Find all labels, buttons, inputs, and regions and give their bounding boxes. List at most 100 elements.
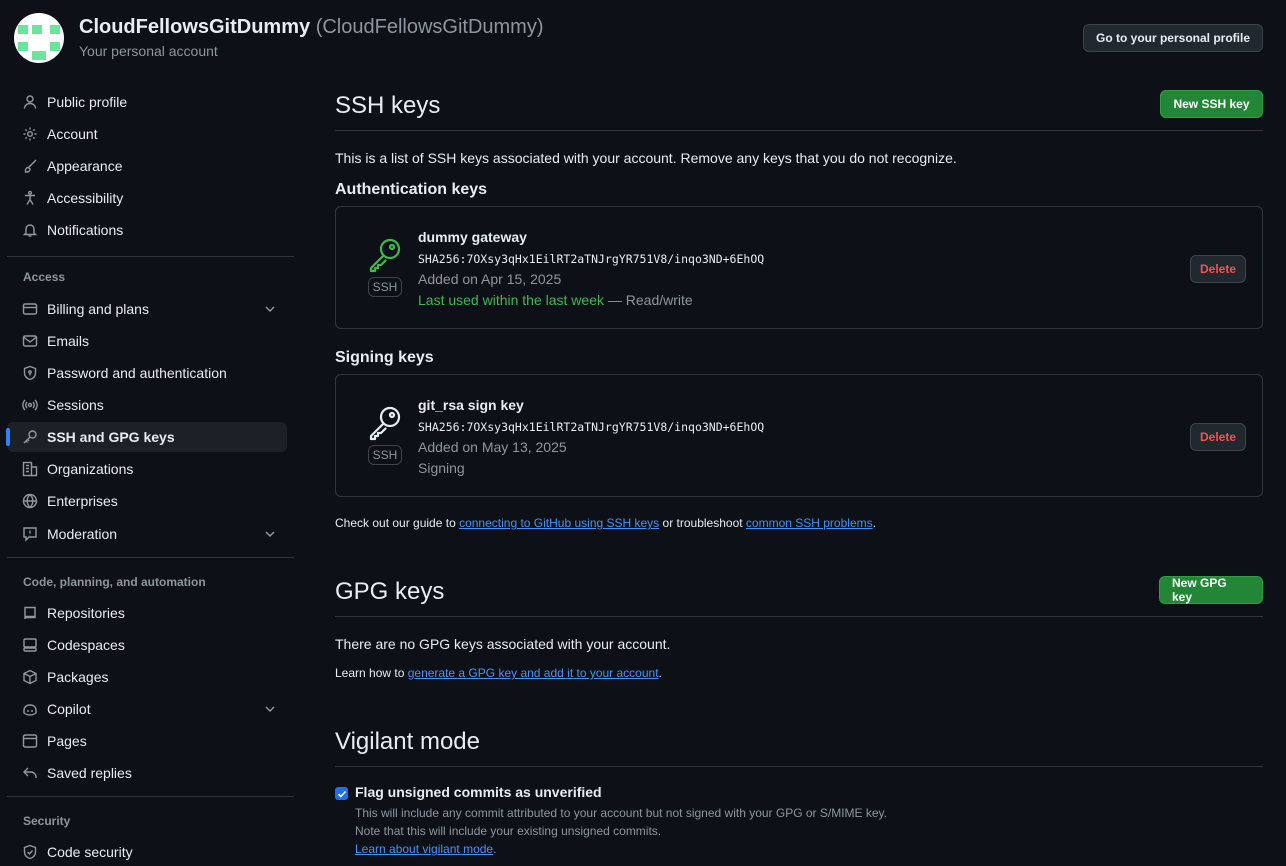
sidebar-item-label: Code security (47, 844, 133, 860)
key-added-date: Added on May 13, 2025 (418, 439, 567, 455)
sidebar-item-moderation[interactable]: Moderation (7, 519, 287, 549)
sidebar-item-label: Account (47, 126, 98, 142)
sidebar-item-sessions[interactable]: Sessions (7, 390, 287, 420)
chevron-down-icon[interactable] (263, 527, 277, 541)
sidebar-item-label: Codespaces (47, 637, 125, 653)
auth-keys-heading: Authentication keys (335, 181, 488, 198)
key-usage: Signing (418, 460, 465, 476)
sidebar-item-label: Sessions (47, 397, 104, 413)
generate-gpg-key-link[interactable]: generate a GPG key and add it to your ac… (408, 666, 659, 680)
sidebar-item-accessibility[interactable]: Accessibility (7, 183, 287, 213)
sidebar-item-label: Enterprises (47, 493, 118, 509)
learn-prefix: Learn how to (335, 666, 408, 680)
sidebar-item-codespaces[interactable]: Codespaces (7, 630, 287, 660)
chevron-down-icon[interactable] (263, 702, 277, 716)
broadcast-icon (22, 399, 38, 411)
mail-icon (22, 335, 38, 347)
sidebar-item-code-security[interactable]: Code security (7, 837, 287, 866)
settings-header: CloudFellowsGitDummy (CloudFellowsGitDum… (0, 0, 1286, 76)
vigilant-link-line: Learn about vigilant mode. (355, 842, 496, 856)
sidebar-item-label: Moderation (47, 526, 118, 542)
sidebar-item-emails[interactable]: Emails (7, 326, 287, 356)
account-name: CloudFellowsGitDummy (CloudFellowsGitDum… (79, 16, 544, 39)
check-icon (337, 790, 346, 798)
gpg-learn-text: Learn how to generate a GPG key and add … (335, 666, 662, 680)
sidebar-item-label: Notifications (47, 222, 124, 238)
browser-icon (22, 734, 38, 748)
gpg-keys-title: GPG keys (335, 578, 445, 605)
reply-icon (23, 767, 37, 778)
sidebar-item-label: Password and authentication (47, 365, 227, 381)
sidebar-item-saved-replies[interactable]: Saved replies (7, 758, 287, 788)
sidebar-item-packages[interactable]: Packages (7, 662, 287, 692)
sidebar-item-copilot[interactable]: Copilot (7, 694, 287, 724)
key-last-used: Last used within the last week (418, 292, 604, 308)
ssh-description: This is a list of SSH keys associated wi… (335, 150, 957, 166)
credit-card-icon (22, 303, 38, 315)
sidebar-item-public-profile[interactable]: Public profile (7, 87, 287, 117)
go-to-profile-button[interactable]: Go to your personal profile (1083, 24, 1263, 52)
sidebar-item-label: Appearance (47, 158, 123, 174)
key-icon (369, 406, 401, 441)
learn-vigilant-mode-link[interactable]: Learn about vigilant mode (355, 842, 493, 856)
key-icon (23, 430, 37, 444)
key-fingerprint: SHA256:7OXsy3qHx1EilRT2aTNJrgYR751V8/inq… (418, 420, 765, 434)
key-usage: Last used within the last week — Read/wr… (418, 292, 693, 308)
sidebar-item-enterprises[interactable]: Enterprises (7, 486, 287, 516)
sidebar-item-label: Emails (47, 333, 90, 349)
guide-prefix: Check out our guide to (335, 516, 460, 530)
gpg-empty-message: There are no GPG keys associated with yo… (335, 636, 671, 652)
delete-key-button[interactable]: Delete (1190, 423, 1246, 451)
vigilant-note: This will include any commit attributed … (355, 806, 888, 820)
vigilant-mode-option: Flag unsigned commits as unverified This… (335, 784, 1263, 866)
link-suffix: . (493, 842, 497, 856)
guide-suffix: . (872, 516, 876, 530)
vigilant-note: Note that this will include your existin… (355, 824, 662, 838)
sidebar-item-label: Organizations (47, 461, 134, 477)
sidebar-item-organizations[interactable]: Organizations (7, 454, 287, 484)
settings-sidebar: Public profile Account Appearance Access… (0, 86, 300, 866)
sidebar-item-notifications[interactable]: Notifications (7, 215, 287, 245)
vigilant-mode-title: Vigilant mode (335, 728, 480, 755)
ssh-guide-text: Check out our guide to connecting to Git… (335, 516, 876, 530)
sidebar-group-security: Security (23, 814, 71, 828)
signing-key-card: SSH git_rsa sign key SHA256:7OXsy3qHx1Ei… (335, 374, 1263, 497)
section-divider (335, 130, 1263, 131)
codespaces-icon (23, 638, 37, 652)
report-icon (23, 527, 37, 542)
paintbrush-icon (24, 159, 37, 173)
ssh-badge: SSH (368, 277, 402, 297)
new-ssh-key-button[interactable]: New SSH key (1160, 90, 1263, 118)
sidebar-item-ssh-gpg-keys[interactable]: SSH and GPG keys (6, 422, 287, 452)
section-divider (335, 616, 1263, 617)
sidebar-item-billing[interactable]: Billing and plans (7, 294, 287, 324)
avatar[interactable] (14, 13, 64, 63)
new-gpg-key-button[interactable]: New GPG key (1159, 576, 1263, 604)
vigilant-mode-label[interactable]: Flag unsigned commits as unverified (355, 784, 602, 800)
section-divider (335, 766, 1263, 767)
ssh-problems-link[interactable]: common SSH problems (746, 516, 873, 530)
vigilant-mode-checkbox[interactable] (335, 787, 348, 800)
sidebar-item-pages[interactable]: Pages (7, 726, 287, 756)
sidebar-item-label: Saved replies (47, 765, 132, 781)
ssh-connect-guide-link[interactable]: connecting to GitHub using SSH keys (459, 516, 659, 530)
sidebar-item-repositories[interactable]: Repositories (7, 598, 287, 628)
sidebar-divider (7, 256, 294, 257)
sidebar-item-label: Billing and plans (47, 301, 149, 317)
sidebar-group-access: Access (23, 270, 66, 284)
shield-check-icon (23, 844, 37, 860)
sidebar-item-appearance[interactable]: Appearance (7, 151, 287, 181)
sidebar-item-label: Copilot (47, 701, 91, 717)
key-title: dummy gateway (418, 229, 527, 245)
sidebar-item-password[interactable]: Password and authentication (7, 358, 287, 388)
delete-key-button[interactable]: Delete (1190, 255, 1246, 283)
repo-icon (24, 606, 36, 620)
sidebar-item-account[interactable]: Account (7, 119, 287, 149)
guide-mid: or troubleshoot (659, 516, 746, 530)
bell-icon (22, 224, 38, 237)
chevron-down-icon[interactable] (263, 302, 277, 316)
sidebar-group-code: Code, planning, and automation (23, 575, 206, 589)
key-icon (369, 238, 401, 273)
globe-icon (22, 493, 38, 509)
accessibility-icon (25, 190, 35, 205)
